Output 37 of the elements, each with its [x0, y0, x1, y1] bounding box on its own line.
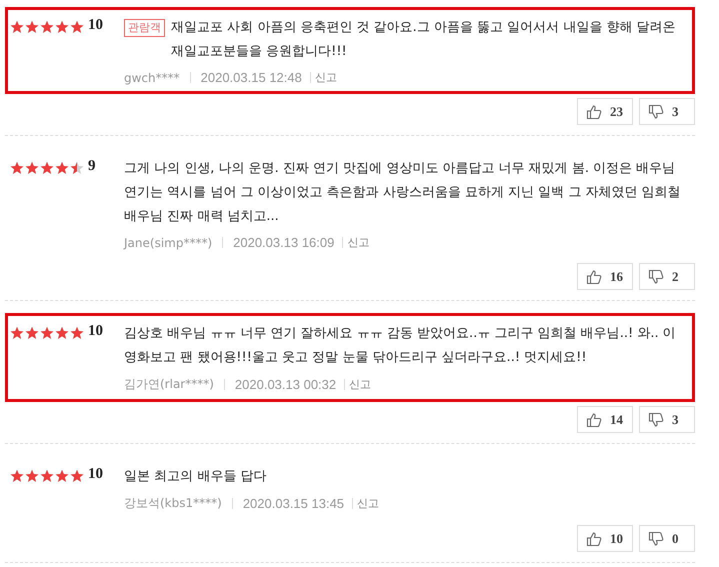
author-name: Jane(simp****): [124, 236, 212, 250]
review-text: 그게 나의 인생, 나의 운명. 진짜 연기 맛집에 영상미도 아름답고 너무 재밌게 봄. 이정은 배우님 연기는 역시를 넘어 그 이상이었고 측은함과 사랑스러움을 묘하게 지닌 일백 그 자체였던 임희철 배우님 진짜 매력 넘치고...: [124, 160, 682, 226]
viewer-badge: 관람객: [124, 19, 165, 37]
review-date: 2020.03.13 00:32: [234, 377, 336, 392]
like-button[interactable]: 16: [577, 263, 633, 290]
rating-score: 9: [88, 158, 96, 175]
like-button[interactable]: 23: [577, 98, 633, 125]
rating-score: 10: [88, 466, 104, 483]
author-name: gwch****: [124, 70, 180, 84]
report-link[interactable]: 신고: [349, 377, 372, 392]
thumbs-up-icon: [586, 268, 602, 284]
thumbs-down-icon: [648, 412, 664, 428]
review-date: 2020.03.15 13:45: [242, 496, 344, 511]
thumbs-down-icon: [648, 104, 664, 120]
author-name: 강보석(kbs1****): [124, 495, 222, 512]
review-date: 2020.03.15 12:48: [200, 70, 302, 85]
author-name: 김가연(rlar****): [124, 376, 214, 393]
thumbs-up-icon: [586, 104, 602, 120]
dislike-button[interactable]: 2: [639, 263, 695, 290]
review-text: 김상호 배우님 ㅠㅠ 너무 연기 잘하세요 ㅠㅠ 감동 받았어요..ㅠ 그리구 임희철 배우님..! 와.. 이 영화보고 팬 됐어용!!!울고 웃고 정말 눈물 닦아드리구 싶더라구요..! 멋지세요!!: [124, 325, 677, 367]
like-button[interactable]: 14: [577, 406, 633, 433]
thumbs-up-icon: [586, 530, 602, 546]
rating-score: 10: [88, 323, 104, 340]
thumbs-up-icon: [586, 412, 602, 428]
like-button[interactable]: 10: [577, 525, 633, 552]
review-text: 재일교포 사회 아픔의 응축편인 것 같아요.그 아픔을 뚫고 일어서서 내일을 향해 달려온 재일교포분들을 응원합니다!!!: [171, 19, 677, 61]
report-link[interactable]: 신고: [357, 496, 380, 511]
review-date: 2020.03.13 16:09: [233, 235, 334, 250]
thumbs-down-icon: [648, 530, 664, 546]
rating-score: 10: [88, 17, 104, 34]
report-link[interactable]: 신고: [347, 235, 370, 250]
dislike-button[interactable]: 3: [639, 98, 695, 125]
dislike-button[interactable]: 0: [639, 525, 695, 552]
report-link[interactable]: 신고: [314, 70, 337, 85]
review-text: 일본 최고의 배우들 답다: [124, 468, 268, 486]
dislike-button[interactable]: 3: [639, 406, 695, 433]
thumbs-down-icon: [648, 268, 664, 284]
